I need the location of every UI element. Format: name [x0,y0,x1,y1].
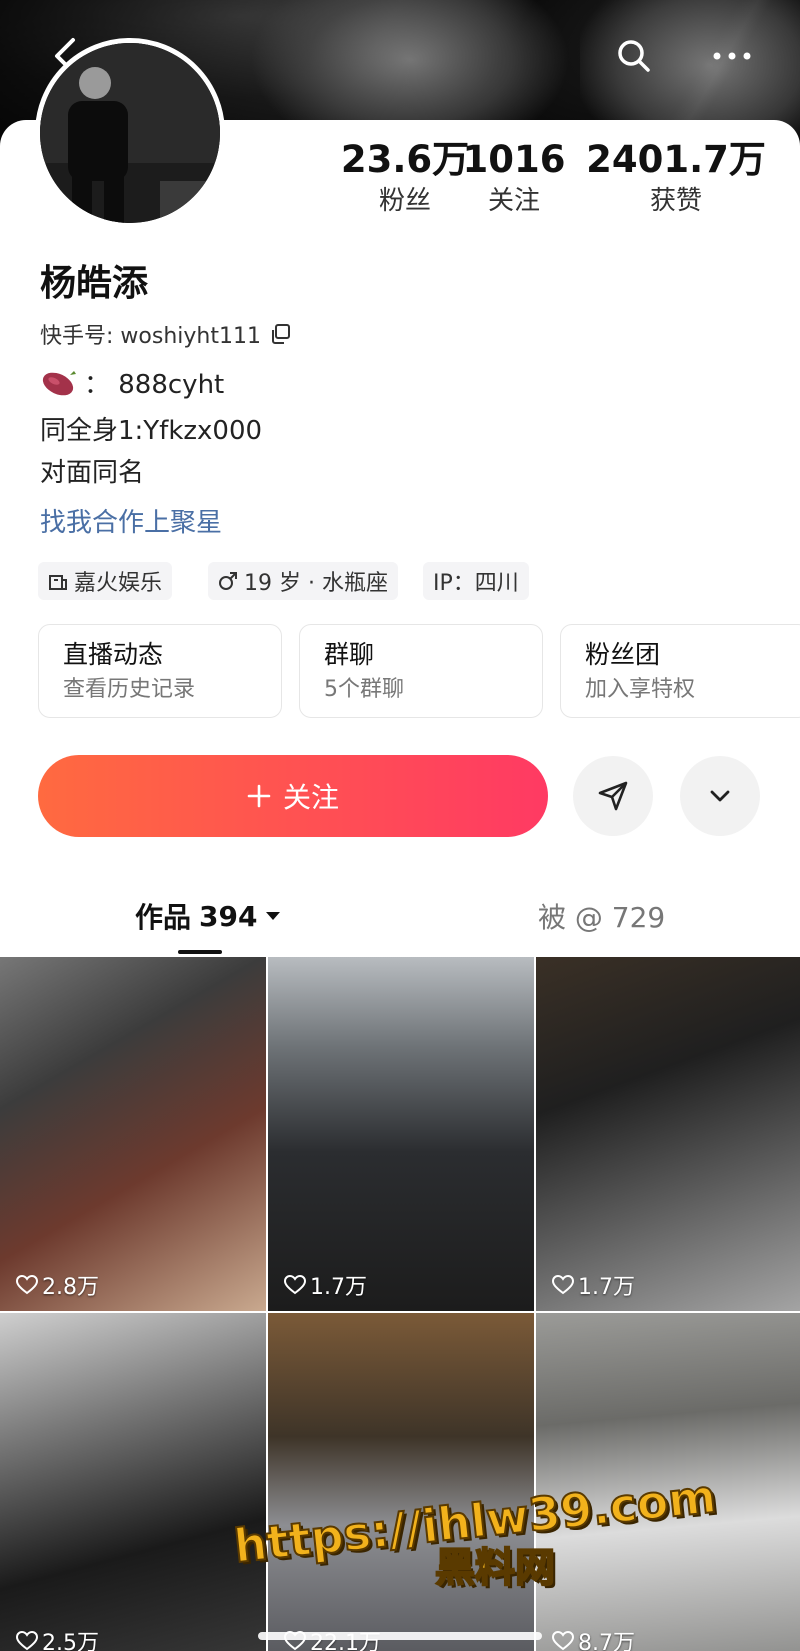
kuaishou-id: 快手号: woshiyht111 [40,318,291,350]
bio-line-3: 对面同名 [40,458,145,488]
active-tab-indicator [178,950,222,954]
chevron-down-icon [710,790,730,802]
search-button[interactable] [608,30,660,82]
likes-label: 获赞 [649,186,702,216]
profile-name: 杨皓添 [40,263,149,304]
plus-icon [247,784,271,808]
video-tile[interactable]: 1.7万 [536,957,800,1311]
tab-works-label: 作品 [135,901,192,934]
feature-subtitle: 5个群聊 [324,677,404,702]
video-likes: 2.5万 [16,1625,99,1651]
tab-works-count: 394 [199,899,258,933]
stat-following[interactable]: 1016 关注 [424,138,604,216]
feature-title: 直播动态 [63,640,164,669]
video-likes: 2.8万 [16,1269,99,1301]
video-tile[interactable]: 1.7万 [268,957,534,1311]
age-sign-tag: 19 岁 · 水瓶座 [208,562,398,600]
feature-subtitle: 加入享特权 [585,677,696,702]
follow-label: 关注 [282,781,339,814]
video-likes: 8.7万 [552,1625,635,1651]
video-likes-count: 1.7万 [310,1275,367,1300]
ip-tag: IP：四川 [423,562,529,600]
tab-works[interactable]: 作品 394 [135,896,281,936]
video-likes-count: 8.7万 [578,1631,635,1651]
feature-fan-club[interactable]: 粉丝团 加入享特权 [560,624,800,718]
stat-likes[interactable]: 2401.7万 获赞 [586,138,766,216]
cooperate-link[interactable]: 找我合作上聚星 [40,502,222,539]
search-icon [618,40,650,72]
video-tile[interactable]: 2.8万 [0,957,266,1311]
heart-icon [552,1631,574,1651]
following-label: 关注 [487,186,540,216]
more-dots-icon [713,52,751,60]
likes-count: 2401.7万 [586,138,766,181]
send-icon [598,781,628,811]
feature-group-chat[interactable]: 群聊 5个群聊 [299,624,543,718]
follow-button[interactable]: 关注 [38,755,548,837]
video-likes-count: 2.5万 [42,1631,99,1651]
agency-text: 嘉火娱乐 [74,571,163,596]
feature-live-history[interactable]: 直播动态 查看历史记录 [38,624,282,718]
tab-mentioned-label: 被 @ 729 [538,901,666,934]
video-likes: 1.7万 [284,1269,367,1301]
video-likes-count: 1.7万 [578,1275,635,1300]
male-icon [219,572,237,590]
sweet-potato-icon [42,370,76,395]
avatar-photo [40,43,220,223]
message-button[interactable] [573,756,653,836]
video-likes: 1.7万 [552,1269,635,1301]
expand-button[interactable] [680,756,760,836]
caret-down-icon [266,912,281,920]
tab-mentioned[interactable]: 被 @ 729 [538,896,665,936]
heart-icon [16,1631,38,1651]
feature-title: 群聊 [324,640,375,669]
more-options-button[interactable] [706,30,758,82]
feature-title: 粉丝团 [585,640,661,669]
bio-line-2: 同全身1:Yfkzx000 [40,416,263,446]
kuaishou-id-text: 快手号: woshiyht111 [40,324,261,349]
bio-line-1-text: ： 888cyht [84,370,225,400]
video-tile[interactable]: 22.1万 [268,1313,534,1651]
heart-icon [16,1275,38,1295]
following-count: 1016 [462,138,566,181]
avatar[interactable] [35,38,225,228]
heart-icon [552,1275,574,1295]
video-likes-count: 2.8万 [42,1275,99,1300]
watermark: https://ihlw39.com 黑料网 [215,1468,735,1593]
age-sign-text: 19 岁 · 水瓶座 [244,571,388,596]
heart-icon [284,1275,306,1295]
copy-icon[interactable] [269,323,291,345]
feature-subtitle: 查看历史记录 [63,677,196,702]
home-indicator[interactable] [258,1632,542,1640]
building-icon [49,575,67,590]
ip-text: IP：四川 [433,571,519,596]
video-tile[interactable]: 2.5万 [0,1313,266,1651]
bio-line-1: ： 888cyht [40,364,224,401]
agency-tag[interactable]: 嘉火娱乐 [38,562,173,600]
